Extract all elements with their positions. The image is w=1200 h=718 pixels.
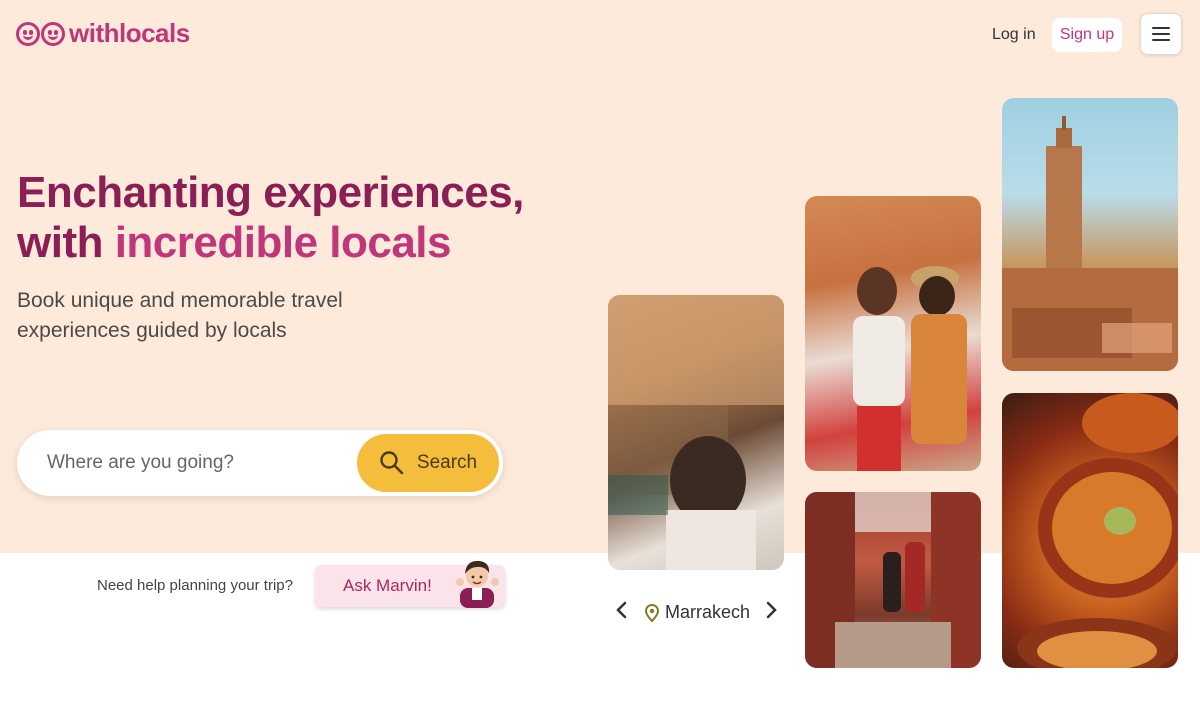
search-button[interactable]: Search [357,434,499,492]
headline-line1: Enchanting experiences, [17,168,524,217]
hamburger-icon-bar [1152,27,1170,29]
search-input[interactable] [47,446,347,480]
hamburger-icon-bar [1152,39,1170,41]
carousel-location: Marrakech [645,602,750,623]
alley-illustration [805,492,981,668]
chevron-right-icon [766,601,777,619]
chevron-left-icon [616,601,627,619]
hero-subline: Book unique and memorable travel experie… [17,289,343,342]
alley-photo [805,492,981,668]
search-button-label: Search [416,452,478,473]
help-text: Need help planning your trip? [97,577,293,594]
tagine-food-photo [1002,393,1178,668]
headline-line2-prefix: with [17,218,115,267]
marvin-avatar [456,560,499,608]
hamburger-menu-button[interactable] [1140,13,1182,55]
carousel-next-button[interactable] [760,600,782,622]
koutoubia-tower-illustration [1002,116,1178,371]
tagine-food-illustration [1017,393,1178,668]
carved-wall-photo [608,295,784,570]
withlocals-logo[interactable]: withlocals [16,18,190,49]
login-link[interactable]: Log in [992,26,1036,44]
carousel-prev-button[interactable] [611,600,633,622]
market-street-illustration [853,266,967,471]
koutoubia-tower-photo [1002,98,1178,371]
hamburger-icon-bar [1152,33,1170,35]
carved-wall-illustration [608,295,784,570]
location-name: Marrakech [665,602,751,622]
logo-text: withlocals [69,18,190,48]
market-street-photo [805,196,981,471]
map-pin-icon [645,603,659,622]
smiley-faces-icon [16,21,65,46]
hero-headline: Enchanting experiences, with incredible … [17,168,577,268]
signup-button[interactable]: Sign up [1052,18,1122,52]
search-bar: Search [17,430,503,496]
headline-highlight: incredible locals [114,218,452,267]
search-icon [380,451,404,475]
